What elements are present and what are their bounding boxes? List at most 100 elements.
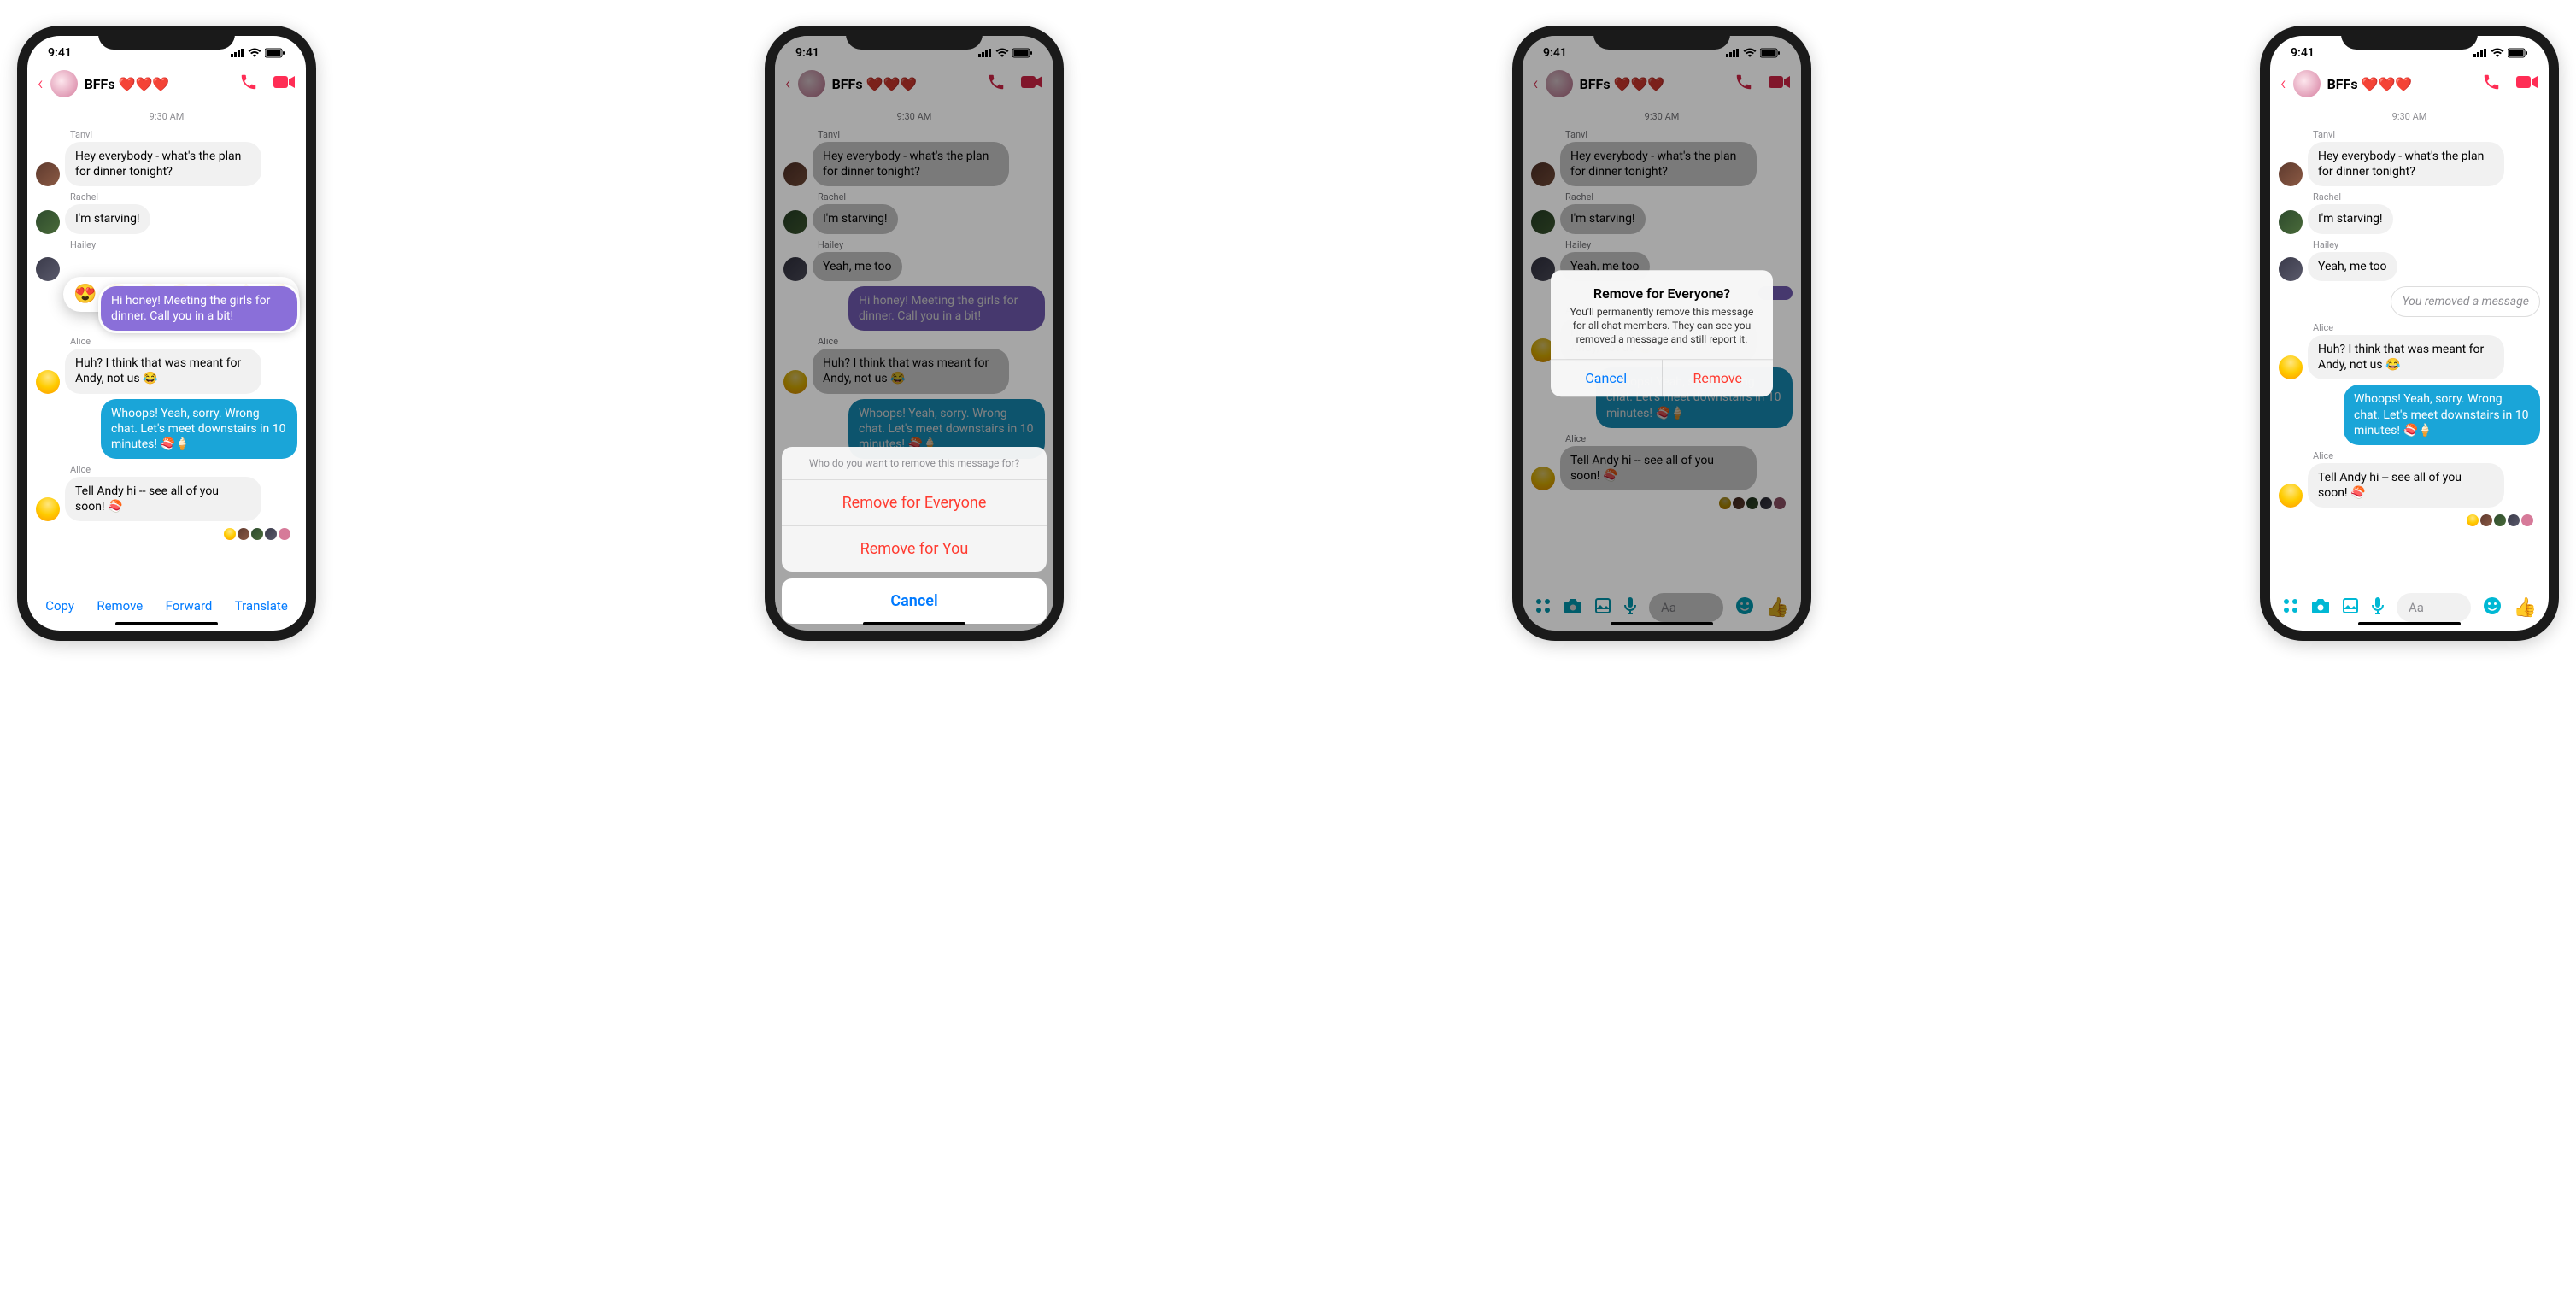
chat-header: ‹ BFFs ❤️❤️❤️: [2270, 65, 2549, 106]
screen: 9:41 ‹ BFFs ❤️❤️❤️ 9:30 AM Tanvi Hey eve…: [27, 36, 306, 631]
seen-indicators: [36, 525, 297, 543]
gallery-icon[interactable]: [2342, 597, 2359, 619]
phone-mockup-2: 9:41 ‹ BFFs ❤️❤️❤️ 9:30 AM TanviHey ever…: [765, 26, 1064, 641]
context-menu: Copy Remove Forward Translate: [27, 588, 306, 624]
battery-icon: [2508, 48, 2528, 58]
avatar[interactable]: [2279, 257, 2303, 281]
chat-avatar[interactable]: [2293, 70, 2321, 97]
translate-button[interactable]: Translate: [235, 598, 288, 613]
cancel-button[interactable]: Cancel: [782, 578, 1047, 624]
screen: 9:41 ‹ BFFs ❤️❤️❤️ 9:30 AM Tanvi Hey ever…: [2270, 36, 2549, 631]
chat-title[interactable]: BFFs ❤️❤️❤️: [85, 76, 232, 92]
sender-label: Tanvi: [70, 129, 297, 140]
forward-button[interactable]: Forward: [166, 598, 213, 613]
wifi-icon: [2491, 48, 2504, 58]
message-bubble-own[interactable]: Whoops! Yeah, sorry. Wrong chat. Let's m…: [101, 399, 297, 460]
message-bubble[interactable]: Tell Andy hi -- see all of you soon! 🍣: [65, 477, 261, 521]
cellular-icon: [231, 49, 244, 57]
home-indicator[interactable]: [115, 622, 218, 625]
video-icon[interactable]: [2516, 73, 2538, 96]
phone-mockup-1: 9:41 ‹ BFFs ❤️❤️❤️ 9:30 AM Tanvi Hey eve…: [17, 26, 316, 641]
sender-label: Rachel: [70, 191, 297, 203]
copy-button[interactable]: Copy: [45, 598, 74, 613]
remove-button[interactable]: Remove: [97, 598, 143, 613]
phone-mockup-4: 9:41 ‹ BFFs ❤️❤️❤️ 9:30 AM Tanvi Hey ever…: [2260, 26, 2559, 641]
mic-icon[interactable]: [2371, 596, 2385, 619]
like-icon[interactable]: 👍: [2514, 597, 2537, 619]
emoji-icon[interactable]: [2483, 596, 2502, 619]
back-icon[interactable]: ‹: [38, 73, 44, 95]
screen: 9:41 ‹ BFFs ❤️❤️❤️ 9:30 AM TanviHey ever…: [1523, 36, 1801, 631]
status-time: 9:41: [48, 46, 72, 60]
message-bubble[interactable]: Hey everybody - what's the plan for dinn…: [2308, 142, 2504, 186]
message-list[interactable]: Tanvi Hey everybody - what's the plan for…: [2270, 129, 2549, 530]
chat-title[interactable]: BFFs ❤️❤️❤️: [2327, 76, 2475, 92]
avatar[interactable]: [2279, 162, 2303, 186]
battery-icon: [265, 48, 285, 58]
alert-cancel-button[interactable]: Cancel: [1551, 360, 1663, 396]
timestamp: 9:30 AM: [27, 106, 306, 124]
home-indicator[interactable]: [2358, 622, 2461, 625]
sender-label: Alice: [2313, 450, 2540, 461]
screen: 9:41 ‹ BFFs ❤️❤️❤️ 9:30 AM TanviHey ever…: [775, 36, 1053, 631]
sender-label: Hailey: [70, 239, 297, 250]
video-icon[interactable]: [273, 73, 296, 96]
sender-label: Alice: [70, 464, 297, 475]
avatar[interactable]: [36, 257, 60, 281]
call-icon[interactable]: [239, 73, 258, 96]
seen-indicators: [2279, 511, 2540, 530]
phone-mockup-3: 9:41 ‹ BFFs ❤️❤️❤️ 9:30 AM TanviHey ever…: [1512, 26, 1811, 641]
cellular-icon: [2473, 49, 2487, 57]
notch: [846, 26, 983, 50]
status-time: 9:41: [2291, 46, 2315, 60]
message-bubble[interactable]: Yeah, me too: [2308, 252, 2397, 281]
camera-icon[interactable]: [2311, 597, 2330, 619]
avatar[interactable]: [36, 210, 60, 234]
avatar[interactable]: [36, 370, 60, 394]
removed-message-bubble[interactable]: You removed a message: [2391, 286, 2540, 317]
notch: [98, 26, 235, 50]
apps-icon[interactable]: [2282, 597, 2299, 619]
message-bubble[interactable]: I'm starving!: [2308, 204, 2393, 233]
notch: [2341, 26, 2478, 50]
message-bubble-own[interactable]: Whoops! Yeah, sorry. Wrong chat. Let's m…: [2344, 385, 2540, 445]
message-bubble[interactable]: Huh? I think that was meant for Andy, no…: [2308, 335, 2504, 379]
avatar[interactable]: [2279, 484, 2303, 508]
alert-body: You'll permanently remove this message f…: [1564, 305, 1759, 347]
sender-label: Tanvi: [2313, 129, 2540, 140]
confirm-alert: Remove for Everyone? You'll permanently …: [1551, 270, 1773, 396]
home-indicator[interactable]: [1611, 622, 1713, 625]
message-bubble[interactable]: Tell Andy hi -- see all of you soon! 🍣: [2308, 463, 2504, 508]
avatar[interactable]: [2279, 355, 2303, 379]
sender-label: Hailey: [2313, 239, 2540, 250]
sender-label: Alice: [70, 336, 297, 347]
message-bubble-own[interactable]: Hi honey! Meeting the girls for dinner. …: [101, 286, 297, 331]
message-list[interactable]: Tanvi Hey everybody - what's the plan fo…: [27, 129, 306, 543]
avatar[interactable]: [36, 162, 60, 186]
message-bubble[interactable]: Huh? I think that was meant for Andy, no…: [65, 349, 261, 393]
home-indicator[interactable]: [863, 622, 965, 625]
notch: [1593, 26, 1730, 50]
sender-label: Rachel: [2313, 191, 2540, 203]
message-input[interactable]: Aa: [2397, 593, 2471, 622]
chat-header: ‹ BFFs ❤️❤️❤️: [27, 65, 306, 106]
alert-remove-button[interactable]: Remove: [1663, 360, 1774, 396]
wifi-icon: [248, 48, 261, 58]
avatar[interactable]: [36, 497, 60, 521]
message-bubble[interactable]: Hey everybody - what's the plan for dinn…: [65, 142, 261, 186]
sender-label: Alice: [2313, 322, 2540, 333]
message-bubble[interactable]: I'm starving!: [65, 204, 150, 233]
call-icon[interactable]: [2482, 73, 2501, 96]
reaction-love-icon[interactable]: 😍: [73, 284, 97, 305]
sheet-title: Who do you want to remove this message f…: [782, 447, 1047, 480]
composer: Aa 👍: [2270, 593, 2549, 622]
remove-you-button[interactable]: Remove for You: [782, 526, 1047, 572]
alert-title: Remove for Everyone?: [1564, 285, 1759, 302]
remove-everyone-button[interactable]: Remove for Everyone: [782, 480, 1047, 526]
action-sheet: Who do you want to remove this message f…: [782, 447, 1047, 624]
status-indicators: [231, 48, 285, 58]
avatar[interactable]: [2279, 210, 2303, 234]
chat-avatar[interactable]: [50, 70, 78, 97]
back-icon[interactable]: ‹: [2280, 73, 2286, 95]
timestamp: 9:30 AM: [2270, 106, 2549, 124]
